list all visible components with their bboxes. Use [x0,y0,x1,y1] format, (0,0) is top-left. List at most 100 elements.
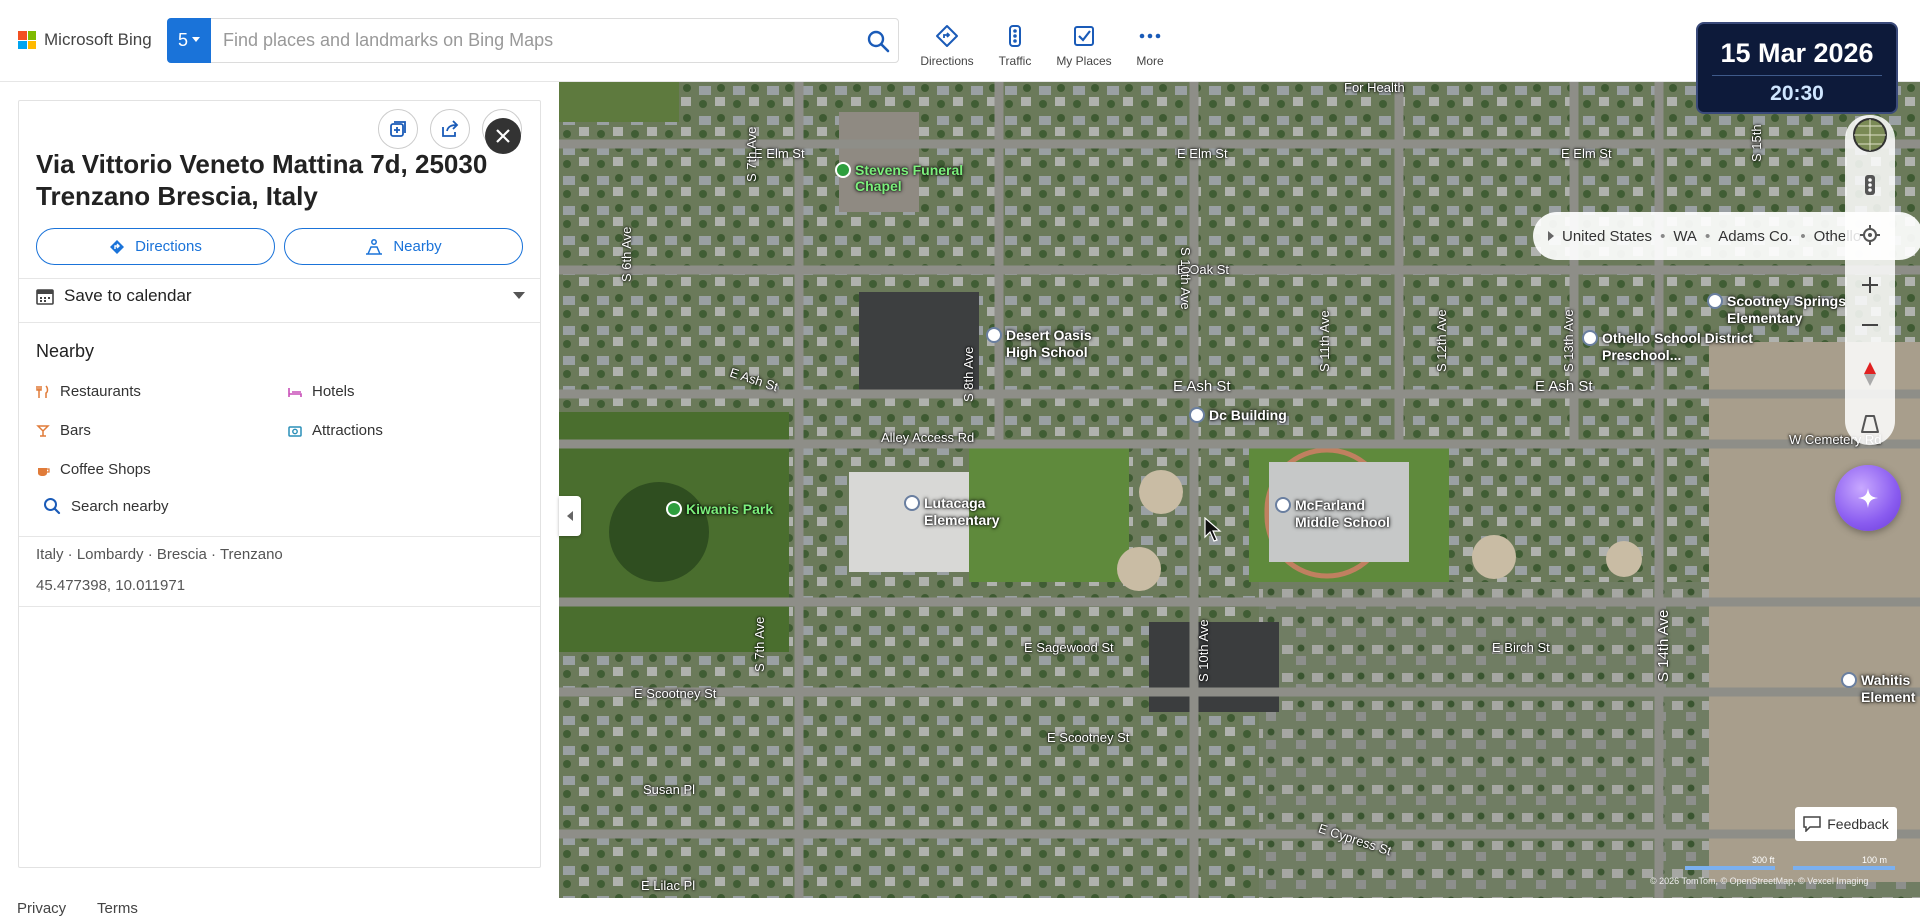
close-icon [496,129,510,143]
search-result-count-dropdown[interactable]: 5 [167,17,211,63]
coffee-icon [38,467,50,476]
toolbar-my-places-button[interactable]: My Places [1050,24,1118,68]
privacy-link[interactable]: Privacy [17,900,66,917]
street-label: S 7th Ave [744,126,759,182]
school-icon [986,327,1002,343]
toolbar-traffic-button[interactable]: Traffic [981,24,1049,68]
zoom-out-button[interactable] [1851,306,1889,344]
toolbar-more-button[interactable]: More [1116,24,1184,68]
tilt-icon [1861,415,1879,433]
panel-nearby-button[interactable]: Nearby [284,228,523,265]
breadcrumb-separator: • [1704,227,1711,245]
park-icon [666,501,682,517]
feedback-label: Feedback [1827,816,1889,832]
divider [19,536,540,537]
breadcrumb-country[interactable]: United States [1562,228,1652,245]
poi-label: Othello School District Preschool... [1602,330,1753,363]
restaurant-icon [36,384,49,398]
nearby-bars-label: Bars [60,422,91,439]
copilot-button[interactable] [1835,465,1901,531]
close-panel-button[interactable] [485,118,521,154]
street-label: S 13th Ave [1561,309,1576,372]
bar-icon [36,424,50,437]
nearby-hotels-link[interactable]: Hotels [288,383,355,400]
poi-mcfarland-middle-school[interactable]: McFarland Middle School [1275,497,1405,531]
scale-bar [1685,866,1895,870]
scale-feet-label: 300 ft [1752,855,1775,865]
street-label: S 11th Ave [1317,310,1332,372]
school-icon [1841,672,1857,688]
street-label: Susan Pl [643,782,696,797]
compass-button[interactable] [1851,355,1889,393]
breadcrumb-county[interactable]: Adams Co. [1718,228,1792,245]
search-icon[interactable] [858,29,898,53]
save-place-button[interactable] [378,109,418,149]
nearby-hotels-label: Hotels [312,383,355,400]
attraction-icon [288,425,302,437]
chevron-right-icon[interactable] [1547,231,1554,241]
poi-label: Dc Building [1209,407,1287,423]
save-icon [390,121,406,137]
my-places-icon [1074,26,1094,46]
tilt-button[interactable] [1851,405,1889,443]
nearby-restaurants-link[interactable]: Restaurants [36,383,141,400]
toolbar-directions-button[interactable]: Directions [913,24,981,68]
breadcrumb-state[interactable]: WA [1673,228,1697,245]
poi-othello-school-district-preschool[interactable]: Othello School District Preschool... [1582,330,1762,364]
coordinates: 45.477398, 10.011971 [36,577,186,594]
poi-lutacaga-elementary[interactable]: Lutacaga Elementary [904,495,1024,529]
minus-icon [1862,324,1878,326]
share-button[interactable] [430,109,470,149]
directions-icon [936,25,958,47]
terms-link[interactable]: Terms [97,900,138,917]
school-icon [904,495,920,511]
collapse-panel-button[interactable] [559,496,581,536]
zoom-in-button[interactable] [1851,266,1889,304]
search-nearby-link[interactable]: Search nearby [43,497,169,515]
panel-directions-button[interactable]: Directions [36,228,275,265]
locate-me-button[interactable] [1851,216,1889,254]
street-label: Alley Access Rd [881,430,975,445]
street-label: E Scootney St [1047,730,1130,745]
poi-kiwanis-park[interactable]: Kiwanis Park [666,501,773,517]
street-label: E Elm St [1561,146,1612,161]
search-nearby-label: Search nearby [71,497,169,515]
traffic-layer-button[interactable] [1851,166,1889,204]
map-canvas[interactable]: E Elm St E Elm St E Elm St E Oak St E As… [559,82,1920,898]
map-style-button[interactable] [1851,116,1889,154]
street-label: E Elm St [1177,146,1228,161]
calendar-icon [36,288,54,305]
street-label: E Elm St [754,146,805,161]
poi-dc-building[interactable]: Dc Building [1189,407,1287,423]
scale-meters-label: 100 m [1862,855,1888,865]
street-label: S 12th Ave [1434,309,1449,372]
location-path: Italy · Lombardy · Brescia · Trenzano [36,546,283,563]
nearby-attractions-link[interactable]: Attractions [288,422,383,439]
poi-desert-oasis-high-school[interactable]: Desert Oasis High School [986,327,1126,361]
street-label: S 15th [1749,124,1764,162]
school-icon [1582,330,1598,346]
nearby-coffee-shops-label: Coffee Shops [60,461,151,478]
street-label: S 10th Ave [1178,247,1193,310]
street-label: E Sagewood St [1024,640,1114,655]
bing-logo[interactable]: Microsoft Bing [18,30,152,50]
sparkle-icon [1858,488,1878,508]
save-to-calendar-row[interactable]: Save to calendar [36,277,526,314]
nearby-icon [366,238,383,255]
nearby-coffee-shops-link[interactable]: Coffee Shops [36,461,151,478]
calendar-label: Save to calendar [64,285,192,305]
poi-wahitis-elementary[interactable]: Wahitis Element [1841,672,1920,706]
toolbar-traffic-label: Traffic [998,54,1032,68]
poi-stevens-funeral-chapel[interactable]: Stevens Funeral Chapel [835,162,975,194]
chevron-down-icon [513,292,525,299]
panel-directions-label: Directions [135,238,202,255]
date-label: 15 Mar 2026 [1720,38,1874,68]
search-input[interactable] [211,30,858,51]
poi-label: Lutacaga Elementary [924,495,1000,528]
more-icon [1139,33,1161,39]
feedback-button[interactable]: Feedback [1795,807,1897,841]
nearby-bars-link[interactable]: Bars [36,422,91,439]
locate-icon [1860,225,1880,245]
map-copyright: © 2026 TomTom, © OpenStreetMap, © Vexcel… [1650,876,1869,886]
poi-pin-icon [835,162,851,178]
